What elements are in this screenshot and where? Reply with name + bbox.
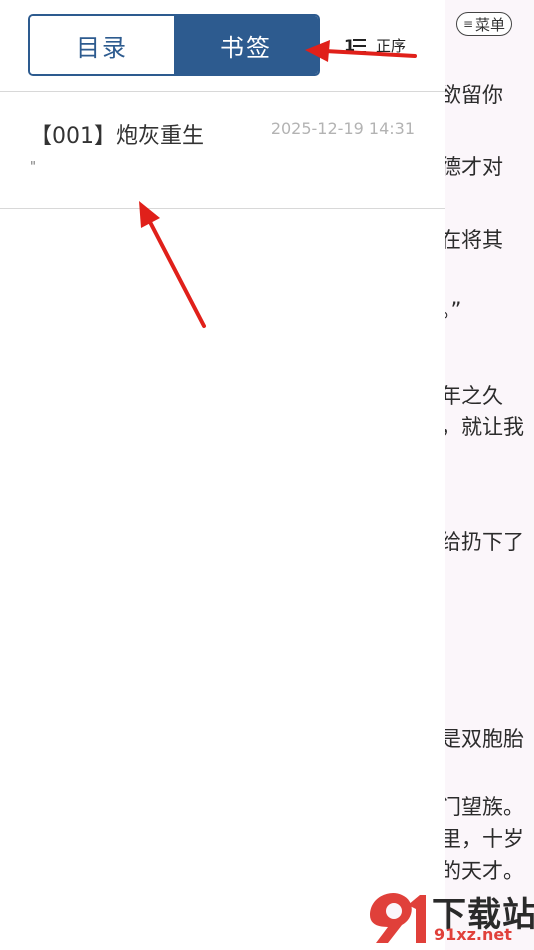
reader-text-line: 的天才。: [440, 859, 524, 883]
divider: [0, 91, 445, 92]
watermark-logo-icon: [370, 893, 426, 943]
sort-order-button[interactable]: 1 正序: [344, 35, 406, 56]
menu-button[interactable]: ≡ 菜单: [456, 12, 512, 36]
menu-button-label: 菜单: [475, 15, 506, 34]
site-watermark: 下载站 91xz.net: [360, 885, 534, 947]
bookmark-time: 2025-12-19 14:31: [270, 119, 415, 138]
reader-text-line: 年之久: [440, 384, 503, 408]
sort-order-label: 正序: [376, 37, 407, 55]
bookmark-title: 【001】炮灰重生: [30, 124, 204, 149]
reader-text-line: 给扔下了: [440, 530, 524, 554]
menu-lines-icon: ≡: [462, 17, 474, 31]
tab-catalog[interactable]: 目录: [30, 16, 174, 74]
watermark-url: 91xz.net: [434, 925, 512, 944]
reader-text-line: 里，十岁: [440, 827, 524, 851]
reader-text-line: 欲留你: [440, 83, 503, 107]
reader-text-line: 门望族。: [440, 795, 524, 819]
divider: [0, 208, 445, 209]
bookmark-drawer: 目录 书签 1 正序 【001】炮灰重生 2025-12-19 14:31 ": [0, 0, 445, 950]
reader-text-line: 在将其: [440, 228, 503, 252]
bookmark-excerpt: ": [30, 160, 36, 175]
reader-text-line: 是双胞胎: [440, 727, 524, 751]
reader-text-line: 德才对: [440, 155, 503, 179]
sort-order-icon: 1: [344, 36, 366, 55]
reader-text-line: ，就让我: [440, 415, 524, 439]
tab-switcher: 目录 书签: [28, 14, 320, 76]
tab-bookmarks[interactable]: 书签: [174, 16, 318, 74]
